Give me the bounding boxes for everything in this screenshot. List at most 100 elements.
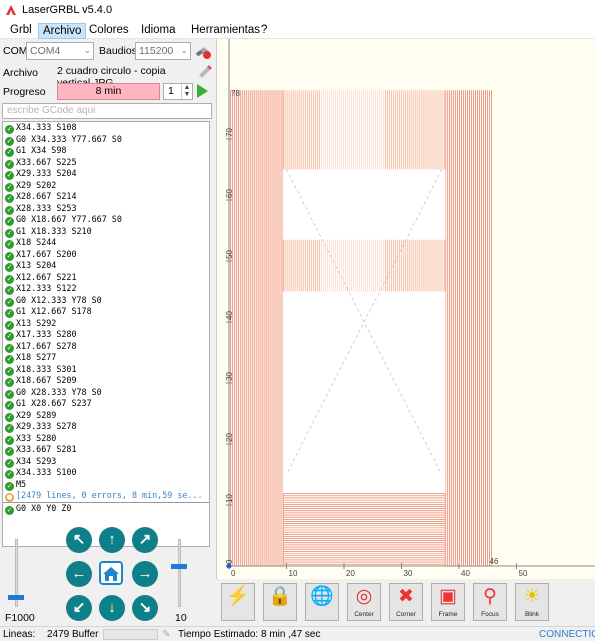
- y-max-label: 78: [231, 89, 240, 98]
- target-icon: ◎: [355, 586, 373, 607]
- log-last-text: G0 X0 Y0 Z0: [16, 502, 72, 513]
- passes-value: 1: [168, 85, 174, 97]
- log-line: ✓ G0 X18.667 Y77.667 S0: [3, 214, 209, 226]
- y-tick-label: 20: [225, 433, 234, 442]
- frame-button[interactable]: ▣ Frame: [431, 583, 465, 621]
- log-line: ✓ X29.333 S278: [3, 421, 209, 433]
- log-line-text: X12.333 S122: [16, 283, 77, 293]
- baud-rate-select[interactable]: 115200 ⌄: [135, 42, 191, 60]
- home-icon: [103, 567, 119, 581]
- info-icon: ●: [5, 493, 14, 502]
- log-line-text: X29 S202: [16, 179, 57, 190]
- log-line: ✓ X28.667 S214: [3, 191, 209, 203]
- check-icon: ✓: [5, 401, 14, 410]
- log-line: ✓ X17.667 S200: [3, 249, 209, 261]
- log-line: ✓ G1 X18.333 S210: [3, 226, 209, 238]
- check-icon: ✓: [5, 505, 14, 515]
- log-line-text: X34.333 S100: [16, 467, 77, 477]
- run-button[interactable]: ⚡: [221, 583, 255, 621]
- speed-slider-thumb[interactable]: [8, 594, 24, 600]
- buffer-label: Buffer: [72, 629, 99, 640]
- step-value: 10: [175, 612, 187, 624]
- globe-icon: 🌐: [310, 586, 334, 607]
- buffer-meter: [103, 629, 158, 640]
- gcode-command-input[interactable]: escribe GCode aqui: [2, 103, 212, 119]
- menu-colores[interactable]: Colores: [85, 23, 133, 39]
- jog-right-button[interactable]: →: [132, 561, 158, 587]
- log-line: ✓ X18 S277: [3, 352, 209, 364]
- circle-zone: [321, 90, 385, 170]
- log-line-text: G1 X34 S98: [16, 145, 67, 155]
- check-icon: ✓: [5, 240, 14, 249]
- toolpath-preview: 010203040506070780 10 20 30 40 5046: [217, 39, 595, 579]
- jog-up-left-button[interactable]: ↖: [66, 527, 92, 553]
- check-icon: ✓: [5, 470, 14, 479]
- menu-grbl[interactable]: Grbl: [6, 23, 36, 39]
- focus-button[interactable]: ⚲ Focus: [473, 583, 507, 621]
- log-line: ✓ X18 S244: [3, 237, 209, 249]
- connection-status: CONNECTIO: [539, 629, 595, 640]
- y-tick-label: 70: [225, 128, 234, 137]
- passes-stepper[interactable]: 1 ▲ ▼: [163, 83, 193, 100]
- lock-button[interactable]: 🔒: [263, 583, 297, 621]
- jog-up-right-button[interactable]: ↗: [132, 527, 158, 553]
- menu-help[interactable]: ?: [257, 23, 271, 39]
- jog-down-left-button[interactable]: ↙: [66, 595, 92, 621]
- log-line-text: X17.333 S280: [16, 329, 77, 339]
- log-line-text: X12.667 S221: [16, 271, 77, 282]
- log-line: ✓ G1 X12.667 S178: [3, 306, 209, 318]
- preview-canvas[interactable]: 0 10 20 30 40 50 60 70 78 0 10 20 30 40 50 46: [216, 39, 595, 579]
- log-line: ✓ X18.333 S301: [3, 364, 209, 376]
- log-line-text: X29.333 S204: [16, 168, 77, 178]
- log-line-text: X13 S204: [16, 260, 57, 270]
- menu-bar: Grbl Archivo Colores Idioma Herramientas…: [0, 21, 595, 39]
- check-icon: ✓: [5, 378, 14, 387]
- check-icon: ✓: [5, 263, 14, 272]
- gcode-log-list[interactable]: ✓ X34.333 S108 ✓ G0 X34.333 Y77.667 S0 ✓ G1 X…: [2, 121, 210, 547]
- lines-value: 2479: [47, 629, 70, 640]
- log-line: ✓ G1 X28.667 S237: [3, 398, 209, 410]
- focus-icon: ⚲: [483, 586, 497, 607]
- estimated-time: Tiempo Estimado: 8 min ,47 sec: [178, 629, 321, 640]
- log-line: ✓ X12.667 S221: [3, 272, 209, 284]
- log-line: ✓ X13 S204: [3, 260, 209, 272]
- run-play-button[interactable]: [197, 84, 208, 98]
- jog-home-button[interactable]: [99, 561, 123, 585]
- jog-up-button[interactable]: ↑: [99, 527, 125, 553]
- center-button[interactable]: ◎ Center: [347, 583, 381, 621]
- globe-button[interactable]: 🌐: [305, 583, 339, 621]
- blink-button[interactable]: ☀ Blink: [515, 583, 549, 621]
- log-line: ✓ X18.667 S209: [3, 375, 209, 387]
- open-file-icon[interactable]: [197, 64, 212, 78]
- padlock-icon: 🔒: [268, 586, 292, 607]
- menu-idioma[interactable]: Idioma: [137, 23, 180, 39]
- log-line-text: G1 X12.667 S178: [16, 306, 92, 316]
- jog-left-button[interactable]: ←: [66, 561, 92, 587]
- menu-archivo[interactable]: Archivo: [38, 23, 87, 39]
- log-line-text: X17.667 S278: [16, 340, 77, 351]
- connect-plug-icon[interactable]: [194, 42, 212, 60]
- circle-zone: [321, 239, 385, 292]
- lines-label: Lineas:: [3, 629, 36, 640]
- check-icon: ✓: [5, 217, 14, 226]
- menu-herramientas[interactable]: Herramientas: [187, 23, 264, 39]
- step-slider-thumb[interactable]: [171, 564, 187, 570]
- step-slider-track[interactable]: [178, 539, 181, 607]
- baud-label: Baudios: [99, 45, 137, 57]
- chevron-down-icon: ⌄: [180, 45, 188, 55]
- log-line-text: X33 S280: [16, 432, 57, 443]
- y-tick-label: 10: [225, 494, 234, 503]
- check-icon: ✓: [5, 355, 14, 364]
- corner-button[interactable]: ✖ Corner: [389, 583, 423, 621]
- log-line: ✓ X29 S202: [3, 180, 209, 192]
- log-line: ✓ X13 S292: [3, 318, 209, 330]
- log-line: ✓ X17.667 S278: [3, 341, 209, 353]
- progress-label: Progreso: [3, 86, 46, 98]
- log-line-text: X28.333 S253: [16, 202, 77, 213]
- stepper-arrows-icon[interactable]: ▲ ▼: [181, 84, 192, 99]
- com-port-select[interactable]: COM4 ⌄: [26, 42, 94, 60]
- jog-down-button[interactable]: ↓: [99, 595, 125, 621]
- x-tick-label: 0: [231, 569, 236, 578]
- bulb-icon: ☀: [523, 586, 541, 607]
- jog-down-right-button[interactable]: ↘: [132, 595, 158, 621]
